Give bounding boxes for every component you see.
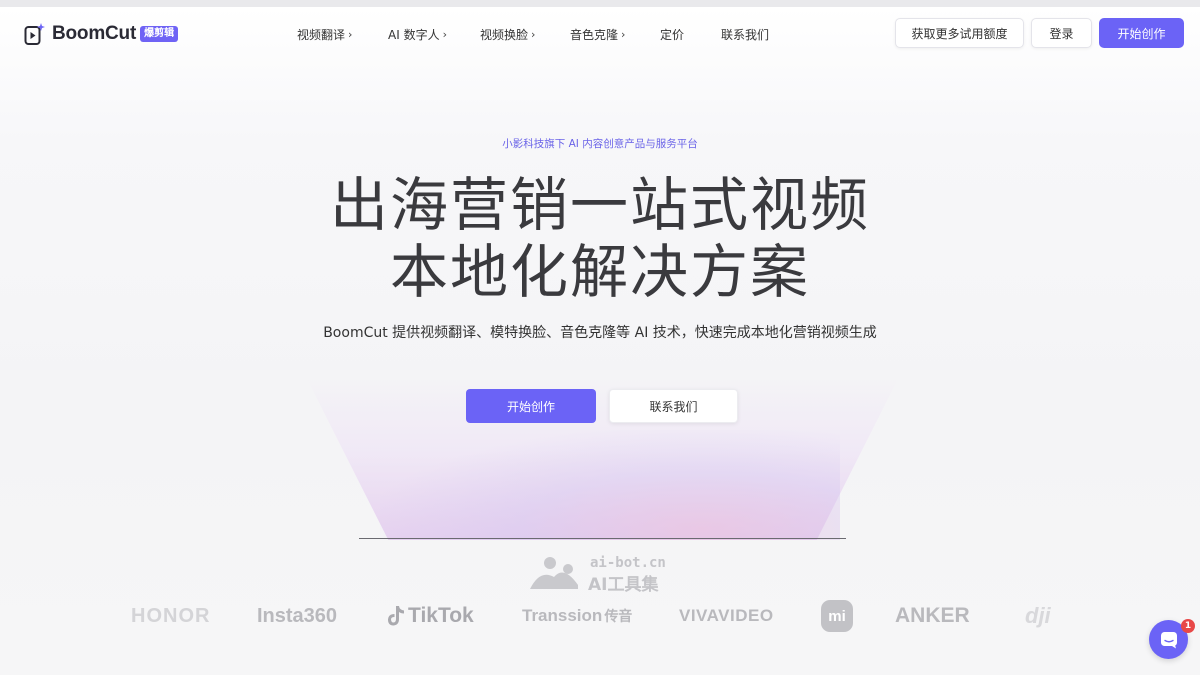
- partner-name: ANKER: [895, 604, 970, 627]
- brand-badge: 爆剪辑: [140, 26, 179, 42]
- watermark-logo-icon: [530, 557, 578, 589]
- partner-name: dji: [1025, 603, 1051, 628]
- brand-logo[interactable]: BoomCut 爆剪辑: [24, 20, 179, 48]
- hero-title: 出海营销一站式视频 本地化解决方案: [0, 172, 1200, 306]
- transsion-logo: Transsion 传音: [522, 600, 632, 632]
- chevron-right-icon: ›: [621, 27, 626, 41]
- hero-glow-highlight: [380, 430, 840, 540]
- get-trial-credits-button[interactable]: 获取更多试用额度: [895, 18, 1024, 48]
- tiktok-logo: TikTok: [387, 600, 474, 632]
- boomcut-logo-icon: [24, 22, 46, 46]
- honor-logo: HONOR: [131, 600, 210, 632]
- partner-name: Insta360: [257, 604, 338, 627]
- menu-item-label: 联系我们: [721, 27, 770, 42]
- menu-item-video-translate[interactable]: 视频翻译 ›: [297, 24, 388, 44]
- chevron-right-icon: ›: [442, 27, 447, 41]
- partner-name: Transsion: [522, 606, 603, 625]
- hero-contact-us-button[interactable]: 联系我们: [609, 389, 738, 423]
- chevron-right-icon: ›: [531, 27, 536, 41]
- menu-item-ai-digital-human[interactable]: AI 数字人 ›: [388, 24, 480, 44]
- partner-name: HONOR: [131, 604, 211, 627]
- hero-title-line-1: 出海营销一站式视频: [329, 171, 870, 239]
- hero-title-line-2: 本地化解决方案: [389, 238, 810, 306]
- menu-item-contact[interactable]: 联系我们: [721, 24, 781, 44]
- chat-bubble-icon: [1160, 631, 1177, 648]
- menu-item-label: 视频换脸: [480, 27, 529, 42]
- dji-logo: dji: [1025, 600, 1051, 632]
- menu-item-label: 音色克隆: [570, 27, 619, 42]
- brand-name: BoomCut: [52, 23, 137, 44]
- insta360-logo: Insta360: [257, 600, 337, 632]
- login-button[interactable]: 登录: [1031, 18, 1092, 48]
- partner-name: TikTok: [408, 604, 474, 627]
- menu-item-voice-clone[interactable]: 音色克隆 ›: [570, 24, 660, 44]
- menu-item-label: 定价: [660, 27, 685, 42]
- menu-item-face-swap[interactable]: 视频换脸 ›: [480, 24, 570, 44]
- partner-name: VIVAVIDEO: [679, 606, 774, 625]
- partner-name-suffix: 传音: [604, 608, 633, 624]
- menu-item-pricing[interactable]: 定价: [660, 24, 721, 44]
- menu-item-label: 视频翻译: [297, 27, 346, 42]
- browser-top-strip: [0, 0, 1200, 7]
- hero-divider: [359, 538, 846, 539]
- watermark-name: AI工具集: [588, 575, 659, 595]
- top-navbar: BoomCut 爆剪辑 视频翻译 › AI 数字人 › 视频换脸 › 音色克隆 …: [0, 7, 1200, 61]
- hero-subtitle: BoomCut 提供视频翻译、模特换脸、音色克隆等 AI 技术，快速完成本地化营…: [323, 325, 877, 341]
- partner-name: mi: [828, 607, 846, 625]
- chevron-right-icon: ›: [348, 27, 353, 41]
- nav-start-creating-button[interactable]: 开始创作: [1099, 18, 1184, 48]
- watermark-domain: ai-bot.cn: [590, 555, 666, 571]
- watermark: ai-bot.cn AI工具集: [528, 553, 693, 595]
- anker-logo: ANKER: [895, 600, 970, 632]
- main-menu: 视频翻译 › AI 数字人 › 视频换脸 › 音色克隆 › 定价 联系我们: [297, 24, 781, 44]
- vivavideo-logo: VIVAVIDEO: [679, 600, 774, 632]
- hero-eyebrow: 小影科技旗下 AI 内容创意产品与服务平台: [502, 138, 698, 150]
- xiaomi-mark: mi: [821, 600, 853, 632]
- chat-unread-badge: 1: [1181, 619, 1195, 633]
- xiaomi-logo: mi: [821, 600, 853, 632]
- menu-item-label: AI 数字人: [388, 27, 440, 42]
- hero-start-creating-button[interactable]: 开始创作: [466, 389, 596, 423]
- tiktok-note-icon: [388, 606, 404, 626]
